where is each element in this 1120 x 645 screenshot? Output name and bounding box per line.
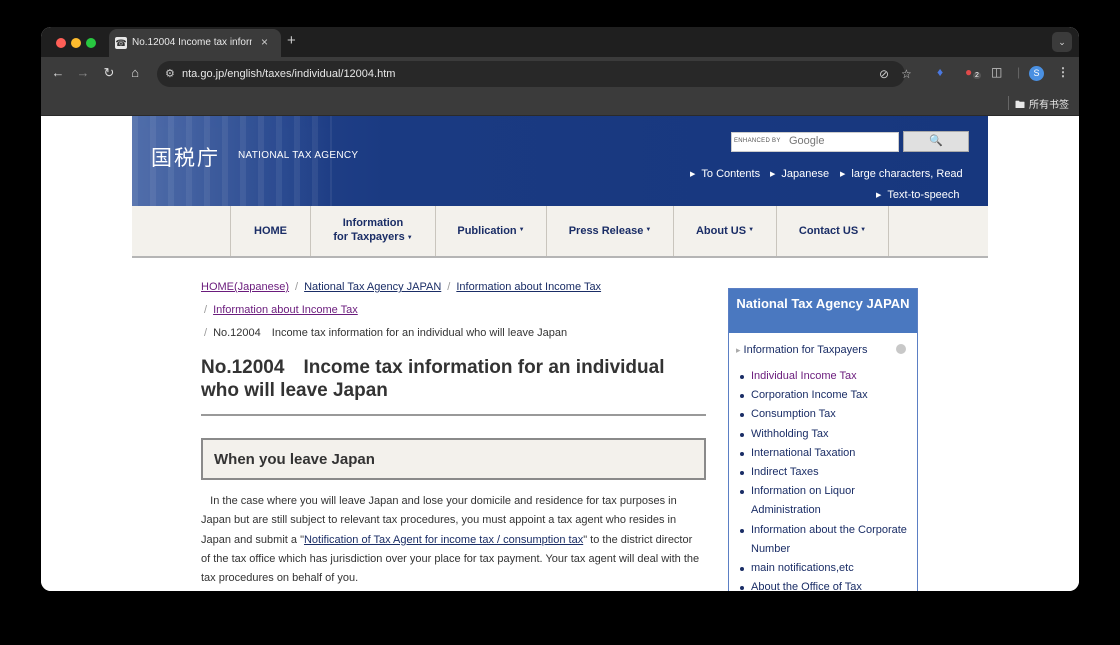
all-bookmarks-button[interactable]: 🖿 所有书签 [1015,96,1069,115]
breadcrumb-income-tax-1[interactable]: Information about Income Tax [456,281,601,293]
extension-badge-icon[interactable]: ● [965,65,972,79]
sidebar: National Tax Agency JAPAN Information fo… [728,288,918,591]
section-title: When you leave Japan [214,451,375,468]
section-heading-box: When you leave Japan [201,438,706,480]
tab-search-button[interactable]: ⌄ [1052,32,1072,52]
profile-avatar[interactable]: S [1029,66,1044,81]
breadcrumb-separator: / [447,281,451,293]
nav-information-for-taxpayers[interactable]: Information for Taxpayers ▼ [310,206,435,256]
chevron-down-icon: ▼ [645,227,652,233]
sidebar-item-office-of-tax[interactable]: About the Office of Tax [739,578,909,591]
nav-press-release[interactable]: Press Release ▼ [546,206,673,256]
tracking-blocked-icon[interactable]: ⊘ [879,67,889,81]
reload-icon[interactable]: ↻ [101,65,117,81]
back-icon[interactable]: ← [50,65,66,80]
site-info-icon[interactable]: ⚙ [165,67,175,80]
web-page: 国税庁 NATIONAL TAX AGENCY ENHANCED BY Goog… [41,116,1079,591]
bookmarks-bar: 🖿 所有书签 [41,91,1079,116]
page-title: No.12004 Income tax information for an i… [201,357,665,401]
notification-tax-agent-link[interactable]: Notification of Tax Agent for income tax… [304,534,583,546]
tab-title: No.12004 Income tax information for an i… [132,37,252,48]
maximize-window-button[interactable] [86,38,96,48]
japanese-link[interactable]: Japanese [770,168,829,180]
breadcrumb-separator: / [204,304,208,316]
text-to-speech-link[interactable]: Text-to-speech [876,189,959,201]
search-button[interactable]: 🔍 [903,131,969,152]
search-enhanced-label: ENHANCED BY [734,138,781,144]
body-paragraph: In the case where you will leave Japan a… [201,492,701,588]
breadcrumb-separator: / [295,281,299,293]
sidebar-item-indirect-taxes[interactable]: Indirect Taxes [739,463,909,482]
to-contents-link[interactable]: To Contents [690,168,760,180]
browser-window: ☎ No.12004 Income tax information for an… [41,27,1079,591]
nav-info-line1: Information [342,217,404,229]
nav-about-us[interactable]: About US ▼ [673,206,776,256]
sidebar-item-corporation-income-tax[interactable]: Corporation Income Tax [739,386,909,405]
folder-icon: 🖿 [1015,100,1025,111]
sidebar-item-consumption-tax[interactable]: Consumption Tax [739,405,909,424]
nav-publication[interactable]: Publication ▼ [435,206,546,256]
active-tab[interactable]: ☎ No.12004 Income tax information for an… [109,29,281,57]
new-tab-button[interactable]: + [287,32,296,49]
bookmark-star-icon[interactable]: ☆ [901,67,912,81]
sidebar-title[interactable]: National Tax Agency JAPAN [729,289,917,333]
nav-divider [888,206,889,256]
nav-contact-us[interactable]: Contact US ▼ [776,206,888,256]
chevron-down-icon: ▼ [518,227,525,233]
chevron-down-icon: ▼ [406,235,413,241]
collapse-icon[interactable] [896,344,906,354]
chevron-down-icon: ▼ [860,227,867,233]
sidebar-item-individual-income-tax[interactable]: Individual Income Tax [739,367,909,386]
sidebar-subheading[interactable]: Information for Taxpayers [736,344,868,356]
toolbar-divider: | [1017,65,1021,79]
site-favicon-icon: ☎ [115,37,127,49]
search-google-label: Google [789,135,825,147]
address-bar[interactable]: ⚙ nta.go.jp/english/taxes/individual/120… [157,61,912,87]
site-logo-en[interactable]: NATIONAL TAX AGENCY [238,150,358,161]
site-logo-jp[interactable]: 国税庁 [151,142,220,172]
tab-strip: ☎ No.12004 Income tax information for an… [41,27,1079,57]
forward-icon[interactable]: → [75,65,91,80]
extension-tag-icon[interactable]: ♦ [937,65,943,79]
sidebar-item-international-taxation[interactable]: International Taxation [739,444,909,463]
sidebar-list: Individual Income Tax Corporation Income… [739,367,909,591]
sidebar-item-liquor-administration[interactable]: Information on Liquor Administration [739,482,909,520]
breadcrumb-income-tax-2[interactable]: Information about Income Tax [213,304,358,316]
url-text[interactable]: nta.go.jp/english/taxes/individual/12004… [182,68,395,80]
sidebar-item-withholding-tax[interactable]: Withholding Tax [739,425,909,444]
browser-menu-icon[interactable]: ⋮ [1057,65,1069,79]
all-bookmarks-label: 所有书签 [1029,100,1069,111]
breadcrumb-home-jp[interactable]: HOME(Japanese) [201,281,289,293]
site-header: 国税庁 NATIONAL TAX AGENCY ENHANCED BY Goog… [132,116,988,206]
breadcrumb: HOME(Japanese) / National Tax Agency JAPAN… [201,276,621,345]
minimize-window-button[interactable] [71,38,81,48]
breadcrumb-current: No.12004 Income tax information for an i… [213,327,568,339]
search-icon: 🔍 [929,135,943,147]
nav-about-us-label: About US [695,225,747,237]
close-tab-icon[interactable]: × [261,35,268,49]
nav-home-label: HOME [254,225,287,237]
extension-badge-count: 2 [973,72,981,79]
home-icon[interactable]: ⌂ [127,65,143,80]
nav-info-line2: for Taxpayers [333,231,405,243]
nav-contact-us-label: Contact US [798,225,859,237]
global-nav: HOME Information for Taxpayers ▼ Publicat… [132,206,988,258]
extensions-puzzle-icon[interactable]: ◫ [991,65,1002,79]
sidebar-item-corporate-number[interactable]: Information about the Corporate Number [739,521,909,559]
title-divider [201,414,706,416]
large-characters-link[interactable]: large characters, Read [840,168,962,180]
breadcrumb-nta[interactable]: National Tax Agency JAPAN [304,281,441,293]
nav-press-release-label: Press Release [568,225,644,237]
close-window-button[interactable] [56,38,66,48]
chevron-down-icon: ▼ [748,227,755,233]
nav-publication-label: Publication [457,225,517,237]
sidebar-item-main-notifications[interactable]: main notifications,etc [739,559,909,578]
breadcrumb-separator: / [204,327,208,339]
bookmarks-divider [1008,96,1009,110]
site-search-input[interactable]: ENHANCED BY Google [731,132,899,152]
browser-toolbar: ← → ↻ ⌂ ⚙ nta.go.jp/english/taxes/indivi… [41,57,1079,91]
nav-home[interactable]: HOME [230,206,310,256]
